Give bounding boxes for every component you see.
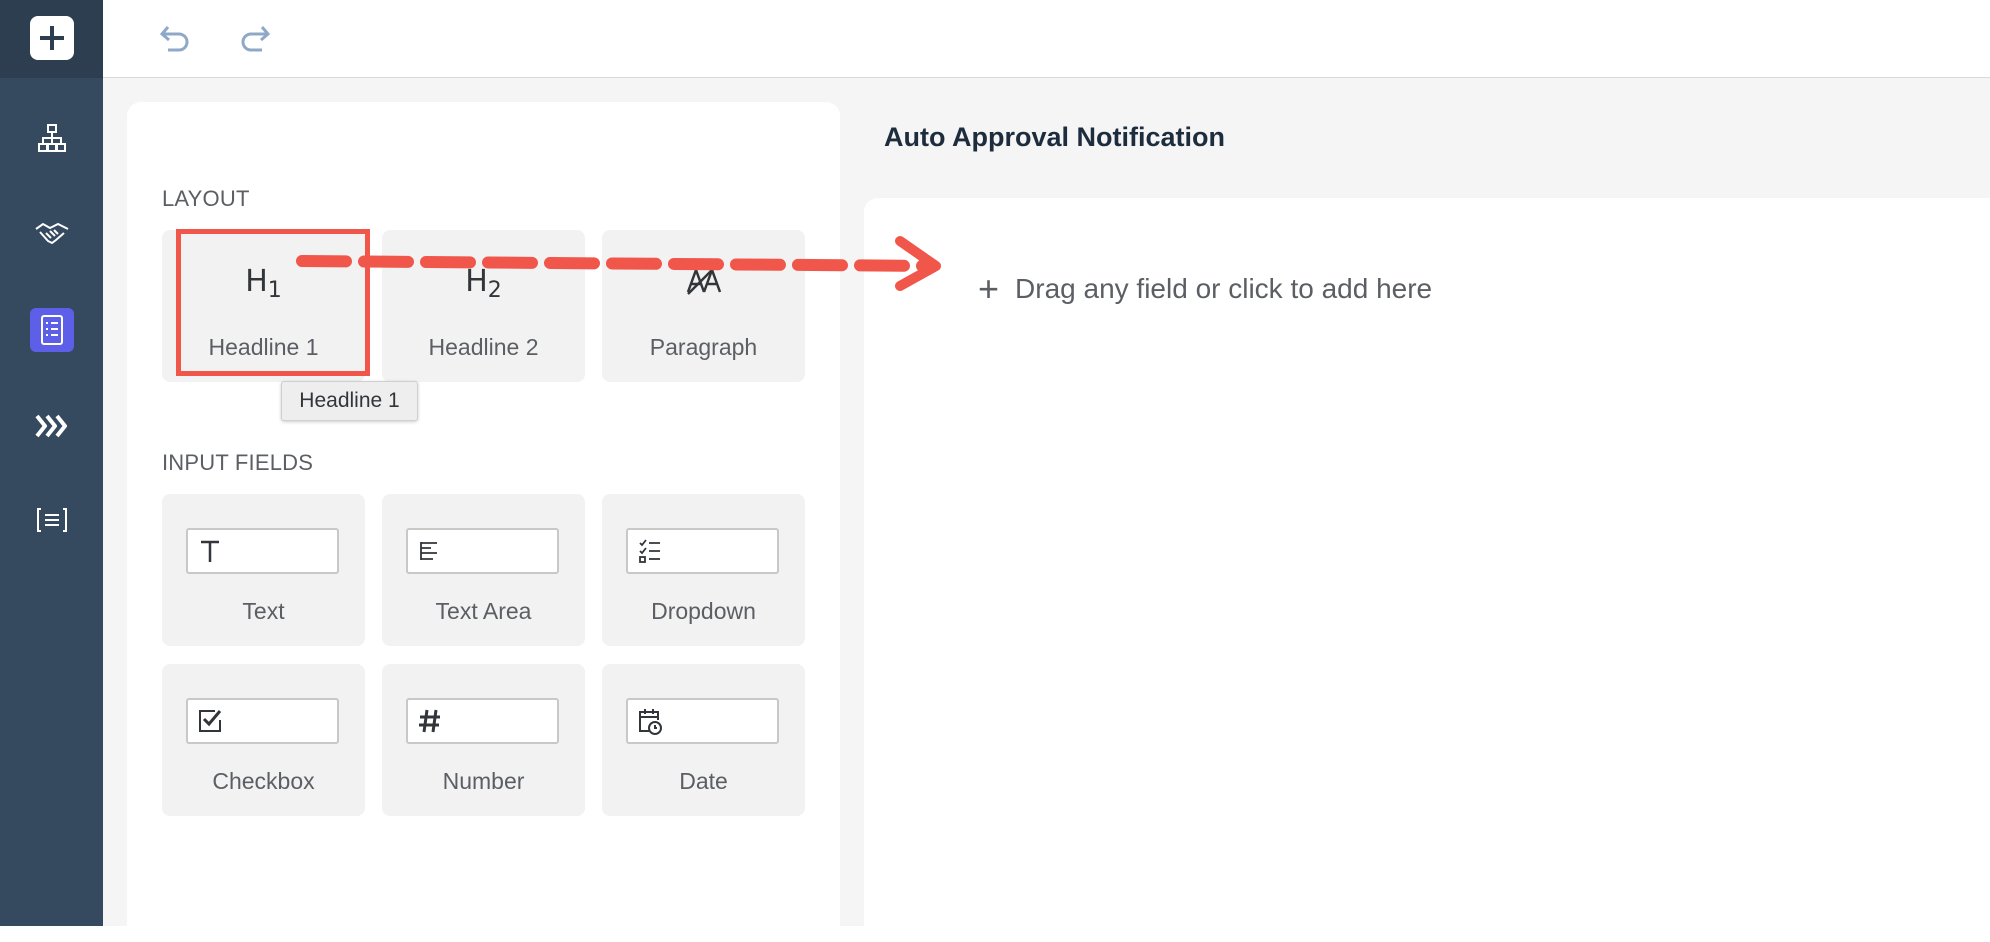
palette-item-dropdown[interactable]: Dropdown (602, 494, 805, 646)
field-preview (626, 698, 779, 744)
field-preview (406, 698, 559, 744)
field-preview (186, 698, 339, 744)
drop-zone[interactable]: + Drag any field or click to add here (978, 268, 1432, 310)
date-icon (636, 706, 664, 736)
layout-section-title: LAYOUT (162, 186, 250, 211)
palette-item-label: Headline 2 (428, 334, 539, 360)
undo-button[interactable] (155, 18, 195, 58)
top-toolbar (103, 0, 1990, 78)
palette-item-label: Text Area (435, 598, 532, 624)
palette-item-label: Date (679, 768, 728, 794)
palette-item-label: Text (242, 598, 285, 624)
plus-icon: + (978, 268, 1000, 309)
number-icon (416, 706, 444, 736)
form-title: Auto Approval Notification (884, 122, 1225, 152)
input-fields-section-title: INPUT FIELDS (162, 450, 314, 475)
add-icon (40, 26, 64, 50)
nav-lists[interactable] (30, 498, 74, 542)
palette-item-checkbox[interactable]: Checkbox (162, 664, 365, 816)
nav-processes[interactable] (30, 116, 74, 160)
nav-partners[interactable] (30, 212, 74, 256)
text-area-icon (416, 536, 444, 566)
palette-item-label: Dropdown (651, 598, 756, 624)
palette-item-date[interactable]: Date (602, 664, 805, 816)
nav-forms[interactable] (30, 308, 74, 352)
add-button[interactable] (30, 16, 74, 60)
nav-automations[interactable] (30, 404, 74, 448)
palette-item-label: Number (442, 768, 525, 794)
form-icon (41, 315, 63, 345)
list-bracket-icon (37, 508, 67, 532)
tooltip: Headline 1 (281, 381, 418, 421)
dropdown-icon (636, 536, 664, 566)
field-preview (186, 528, 339, 574)
palette-item-number[interactable]: Number (382, 664, 585, 816)
checkbox-icon (196, 706, 224, 736)
left-nav-rail (0, 0, 103, 926)
field-preview (626, 528, 779, 574)
palette-item-text-area[interactable]: Text Area (382, 494, 585, 646)
redo-button[interactable] (235, 18, 275, 58)
drag-arrow-icon (296, 236, 941, 291)
hierarchy-icon (38, 124, 66, 152)
redo-icon (241, 26, 271, 52)
palette-item-text[interactable]: Text (162, 494, 365, 646)
undo-icon (159, 26, 189, 52)
palette-item-label: Paragraph (649, 334, 758, 360)
chevrons-icon (35, 414, 67, 438)
palette-item-label: Checkbox (212, 768, 315, 794)
text-icon (196, 536, 224, 566)
field-preview (406, 528, 559, 574)
handshake-icon (35, 222, 69, 245)
drop-zone-label: Drag any field or click to add here (1015, 273, 1433, 304)
